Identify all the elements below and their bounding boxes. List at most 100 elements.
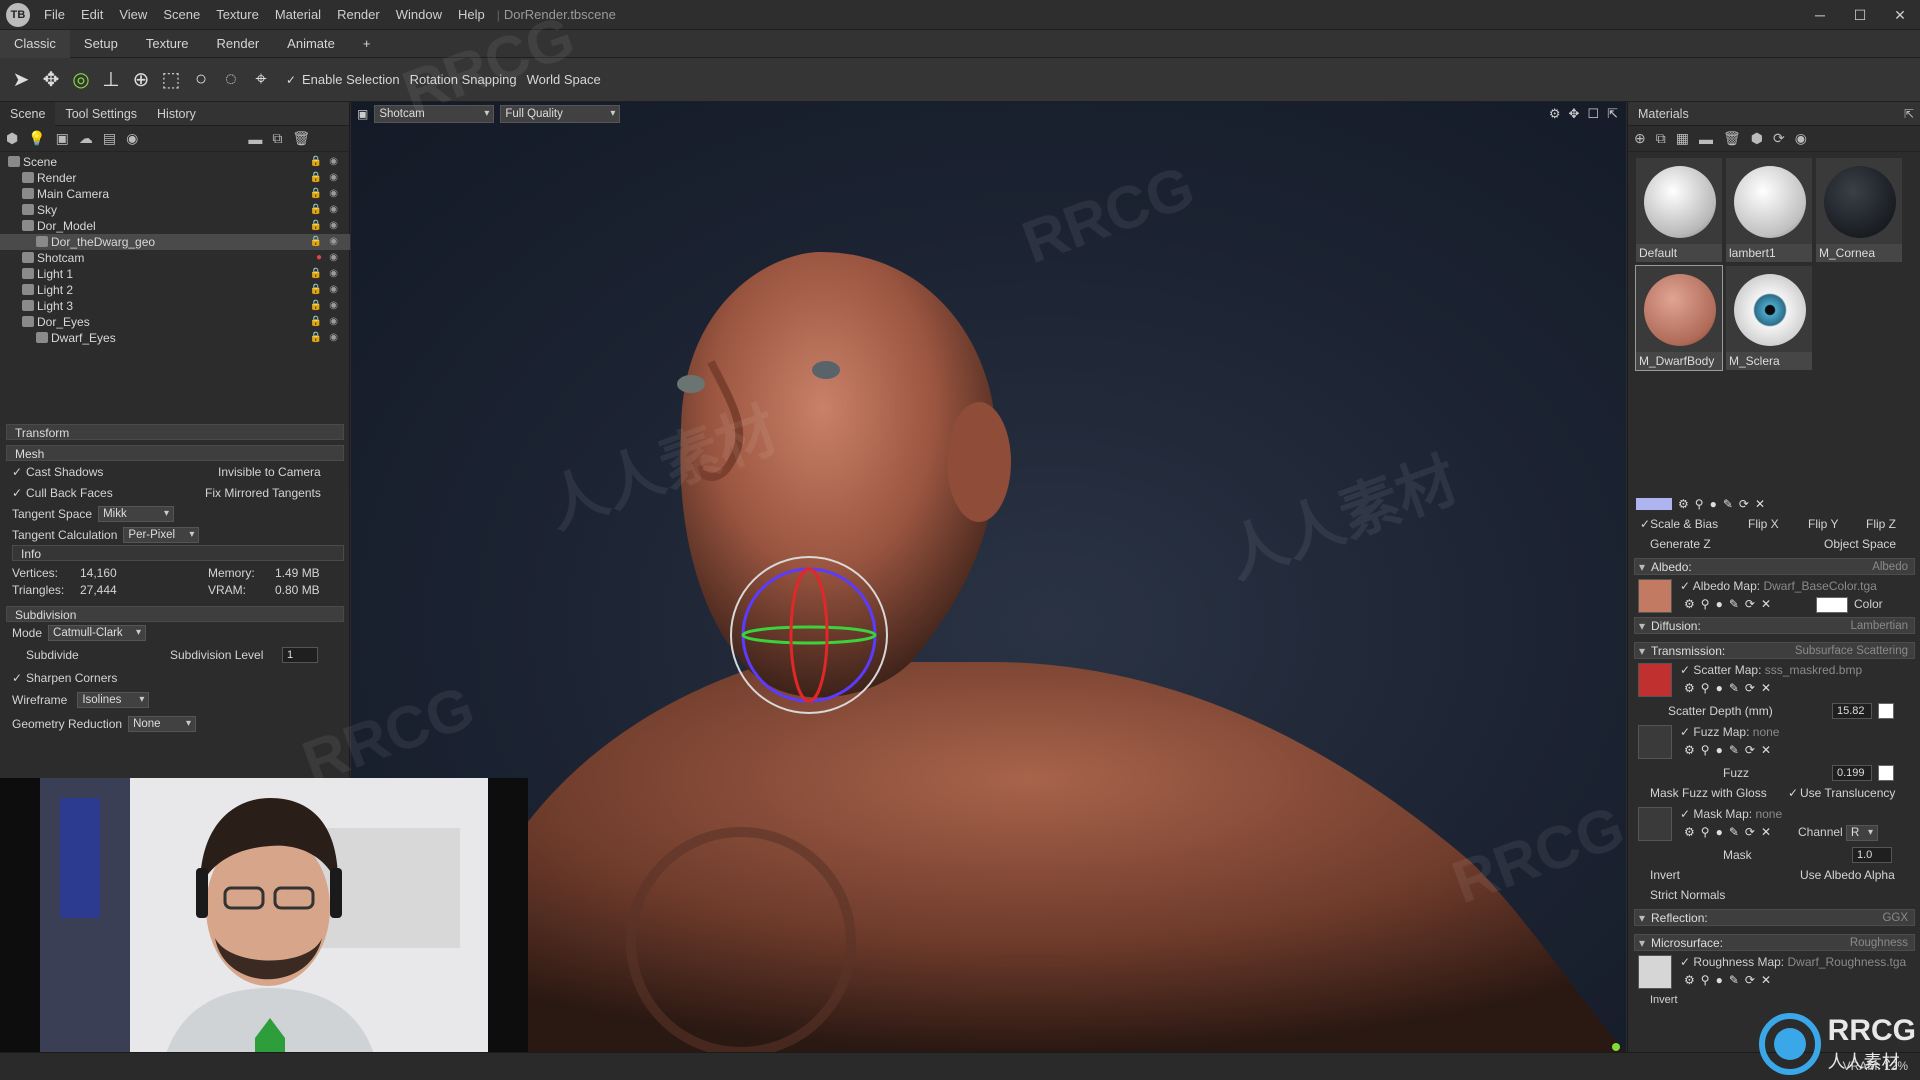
pen-icon[interactable]: ✎ (1729, 973, 1739, 987)
popout-icon[interactable]: ⇱ (1904, 107, 1914, 121)
diffusion-type-dropdown[interactable]: Lambertian (1850, 618, 1908, 635)
remove-icon[interactable]: ✕ (1761, 973, 1771, 987)
duplicate-icon[interactable]: ⧉ (272, 130, 282, 147)
flip-y-label[interactable]: Flip Y (1808, 517, 1838, 531)
3d-viewport[interactable]: ▣ Shotcam Full Quality ⚙ ✥ ☐ ⇱ (351, 102, 1626, 1052)
menu-scene[interactable]: Scene (155, 7, 208, 22)
use-albedo-alpha-label[interactable]: Use Albedo Alpha (1800, 868, 1895, 882)
scatter-color-swatch[interactable] (1878, 703, 1894, 719)
add-group-icon[interactable]: ▤ (103, 130, 116, 147)
menu-file[interactable]: File (36, 7, 73, 22)
checkmark-icon[interactable]: ✓ (1640, 517, 1650, 531)
roughness-map-file[interactable]: Dwarf_Roughness.tga (1787, 955, 1906, 969)
add-shadow-icon[interactable]: ◉ (126, 130, 138, 147)
menu-texture[interactable]: Texture (208, 7, 267, 22)
remove-icon[interactable]: ✕ (1761, 825, 1771, 839)
add-camera-icon[interactable]: ▣ (56, 130, 69, 147)
sphere-icon[interactable]: ● (1716, 681, 1723, 695)
lock-icon[interactable]: 🔒 (310, 282, 322, 298)
fuzz-thumbnail[interactable] (1638, 725, 1672, 759)
mask-thumbnail[interactable] (1638, 807, 1672, 841)
checkmark-icon[interactable]: ✓ (12, 486, 24, 500)
quality-dropdown[interactable]: Full Quality (500, 105, 621, 123)
delete-icon[interactable]: 🗑 (292, 130, 310, 147)
checkmark-icon[interactable]: ✓ (1680, 725, 1690, 739)
tree-item[interactable]: Light 2 🔒 ◉ (0, 282, 350, 298)
microsurface-type-dropdown[interactable]: Roughness (1850, 935, 1908, 952)
checkmark-icon[interactable]: ✓ (1680, 955, 1690, 969)
wireframe-dropdown[interactable]: Isolines (77, 692, 150, 708)
checkmark-icon[interactable]: ✓ (12, 465, 24, 479)
lock-icon[interactable]: 🔒 (310, 202, 322, 218)
remove-icon[interactable]: ✕ (1761, 743, 1771, 757)
pen-icon[interactable]: ✎ (1729, 825, 1739, 839)
visibility-eye-icon[interactable]: ◉ (329, 170, 338, 186)
polygon-select-icon[interactable]: ⌖ (246, 65, 276, 95)
add-sky-icon[interactable]: ☁ (79, 130, 93, 147)
rotate-icon[interactable]: ◎ (66, 65, 96, 95)
fuzz-color-swatch[interactable] (1878, 765, 1894, 781)
cage-icon[interactable]: ⊕ (126, 65, 156, 95)
scatter-map-file[interactable]: sss_maskred.bmp (1765, 663, 1862, 677)
invisible-to-camera-label[interactable]: Invisible to Camera (218, 465, 321, 479)
tab-setup[interactable]: Setup (70, 30, 132, 58)
mask-map-file[interactable]: none (1755, 807, 1782, 821)
rect-select-icon[interactable]: ⬚ (156, 65, 186, 95)
material-tile-dwarfbody[interactable]: M_DwarfBody (1635, 265, 1723, 371)
albedo-color-swatch[interactable] (1816, 597, 1848, 613)
transmission-section[interactable]: Transmission: Subsurface Scattering (1634, 642, 1915, 660)
tree-item[interactable]: Sky 🔒 ◉ (0, 202, 350, 218)
albedo-type-dropdown[interactable]: Albedo (1872, 559, 1908, 576)
material-tile-cornea[interactable]: M_Cornea (1816, 158, 1902, 262)
tree-item[interactable]: Dwarf_Eyes 🔒 ◉ (0, 330, 350, 346)
reload-icon[interactable]: ⟳ (1745, 825, 1755, 839)
remove-icon[interactable]: ✕ (1761, 597, 1771, 611)
minimize-icon[interactable]: ─ (1800, 0, 1840, 30)
flip-z-label[interactable]: Flip Z (1866, 517, 1896, 531)
enable-selection-toggle[interactable]: ✓ Enable Selection (286, 72, 400, 87)
zoom-icon[interactable]: ⚲ (1701, 973, 1710, 987)
zoom-icon[interactable]: ⚲ (1701, 597, 1710, 611)
maximize-icon[interactable]: ☐ (1840, 0, 1880, 30)
lock-icon[interactable]: 🔒 (310, 218, 322, 234)
scatter-thumbnail[interactable] (1638, 663, 1672, 697)
add-light-icon[interactable]: 💡 (28, 130, 45, 147)
tree-item[interactable]: Render 🔒 ◉ (0, 170, 350, 186)
gear-icon[interactable]: ⚙ (1684, 597, 1695, 611)
menu-render[interactable]: Render (329, 7, 388, 22)
lock-icon[interactable]: ● (316, 250, 322, 266)
move-icon[interactable]: ✥ (36, 65, 66, 95)
subdivide-label[interactable]: Subdivide (26, 648, 79, 662)
zoom-icon[interactable]: ⚲ (1695, 497, 1704, 511)
sphere-icon[interactable]: ● (1710, 497, 1717, 511)
tab-classic[interactable]: Classic (0, 29, 70, 58)
tab-history[interactable]: History (147, 102, 206, 126)
select-icon[interactable]: ◉ (1795, 130, 1807, 147)
lock-icon[interactable]: 🔒 (310, 170, 322, 186)
assign-icon[interactable]: ⬢ (1751, 130, 1763, 147)
reload-icon[interactable]: ⟳ (1739, 497, 1749, 511)
tree-item[interactable]: Dor_theDwarg_geo 🔒 ◉ (0, 234, 350, 250)
folder-icon[interactable]: ▬ (1699, 131, 1713, 147)
tree-item[interactable]: Dor_Eyes 🔒 ◉ (0, 314, 350, 330)
select-arrow-icon[interactable]: ➤ (6, 65, 36, 95)
tab-tool-settings[interactable]: Tool Settings (55, 102, 147, 126)
gear-icon[interactable]: ⚙ (1684, 743, 1695, 757)
menu-edit[interactable]: Edit (73, 7, 111, 22)
reflection-section[interactable]: Reflection: GGX (1634, 909, 1915, 927)
checkmark-icon[interactable]: ✓ (1680, 579, 1690, 593)
delete-icon[interactable]: 🗑 (1723, 130, 1741, 147)
visibility-eye-icon[interactable]: ◉ (329, 298, 338, 314)
fuzz-input[interactable]: 0.199 (1832, 765, 1872, 781)
world-space-toggle[interactable]: World Space (527, 72, 601, 87)
checkmark-icon[interactable]: ✓ (1680, 663, 1690, 677)
albedo-thumbnail[interactable] (1638, 579, 1672, 613)
pen-icon[interactable]: ✎ (1729, 743, 1739, 757)
object-space-label[interactable]: Object Space (1824, 537, 1896, 551)
tab-texture[interactable]: Texture (132, 30, 203, 58)
visibility-eye-icon[interactable]: ◉ (329, 250, 338, 266)
gear-icon[interactable]: ⚙ (1678, 497, 1689, 511)
refresh-icon[interactable]: ⟳ (1773, 130, 1785, 147)
fix-mirrored-tangents-label[interactable]: Fix Mirrored Tangents (205, 486, 321, 500)
visibility-eye-icon[interactable]: ◉ (329, 218, 338, 234)
